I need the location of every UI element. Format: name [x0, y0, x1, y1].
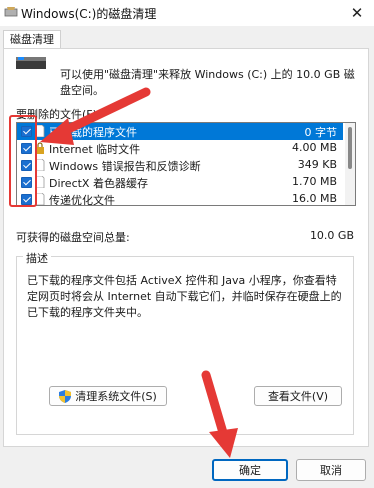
window-title: Windows(C:)的磁盘清理 [21, 7, 157, 21]
shield-icon [59, 389, 72, 403]
disk-cleanup-icon [4, 7, 18, 17]
description-group: 描述 已下载的程序文件包括 ActiveX 控件和 Java 小程序，你查看特定… [16, 250, 354, 435]
annotation-box [9, 115, 37, 207]
ok-button[interactable]: 确定 [212, 459, 288, 481]
files-list[interactable]: 已下载的程序文件 0 字节 Internet 临时文件 4.00 MB Wind… [16, 122, 356, 206]
list-item[interactable]: 传递优化文件 16.0 MB [17, 191, 343, 206]
file-size: 0 字节 [304, 126, 338, 139]
intro-text: 可以使用"磁盘清理"来释放 Windows (C:) 上的 10.0 GB 磁盘… [60, 68, 355, 97]
list-scrollbar[interactable] [345, 123, 355, 205]
file-size: 4.00 MB [291, 141, 337, 154]
file-name: 已下载的程序文件 [49, 126, 137, 139]
description-title: 描述 [23, 250, 51, 266]
scrollbar-thumb[interactable] [348, 127, 352, 169]
list-item[interactable]: 已下载的程序文件 0 字节 [17, 123, 343, 140]
file-name: Windows 错误报告和反馈诊断 [49, 160, 201, 173]
close-button[interactable]: ✕ [340, 0, 374, 26]
list-item[interactable]: Internet 临时文件 4.00 MB [17, 140, 343, 157]
list-item[interactable]: DirectX 着色器缓存 1.70 MB [17, 174, 343, 191]
clean-system-files-button[interactable]: 清理系统文件(S) [49, 386, 167, 406]
clean-system-files-label: 清理系统文件(S) [75, 390, 157, 403]
file-name: 传递优化文件 [49, 194, 115, 206]
file-name: Internet 临时文件 [49, 143, 141, 156]
title-bar: Windows(C:)的磁盘清理 ✕ [0, 0, 374, 26]
file-name: DirectX 着色器缓存 [49, 177, 148, 190]
tab-disk-cleanup[interactable]: 磁盘清理 [3, 30, 61, 49]
cancel-button[interactable]: 取消 [296, 459, 366, 481]
file-size: 349 KB [297, 158, 337, 171]
description-text: 已下载的程序文件包括 ActiveX 控件和 Java 小程序，你查看特定网页时… [27, 274, 342, 319]
file-size: 16.0 MB [291, 192, 337, 205]
drive-icon [16, 57, 46, 69]
view-files-button[interactable]: 查看文件(V) [254, 386, 342, 406]
total-space-label: 可获得的磁盘空间总量: [16, 231, 130, 244]
list-item[interactable]: Windows 错误报告和反馈诊断 349 KB [17, 157, 343, 174]
total-space-value: 10.0 GB [309, 229, 354, 242]
file-size: 1.70 MB [291, 175, 337, 188]
